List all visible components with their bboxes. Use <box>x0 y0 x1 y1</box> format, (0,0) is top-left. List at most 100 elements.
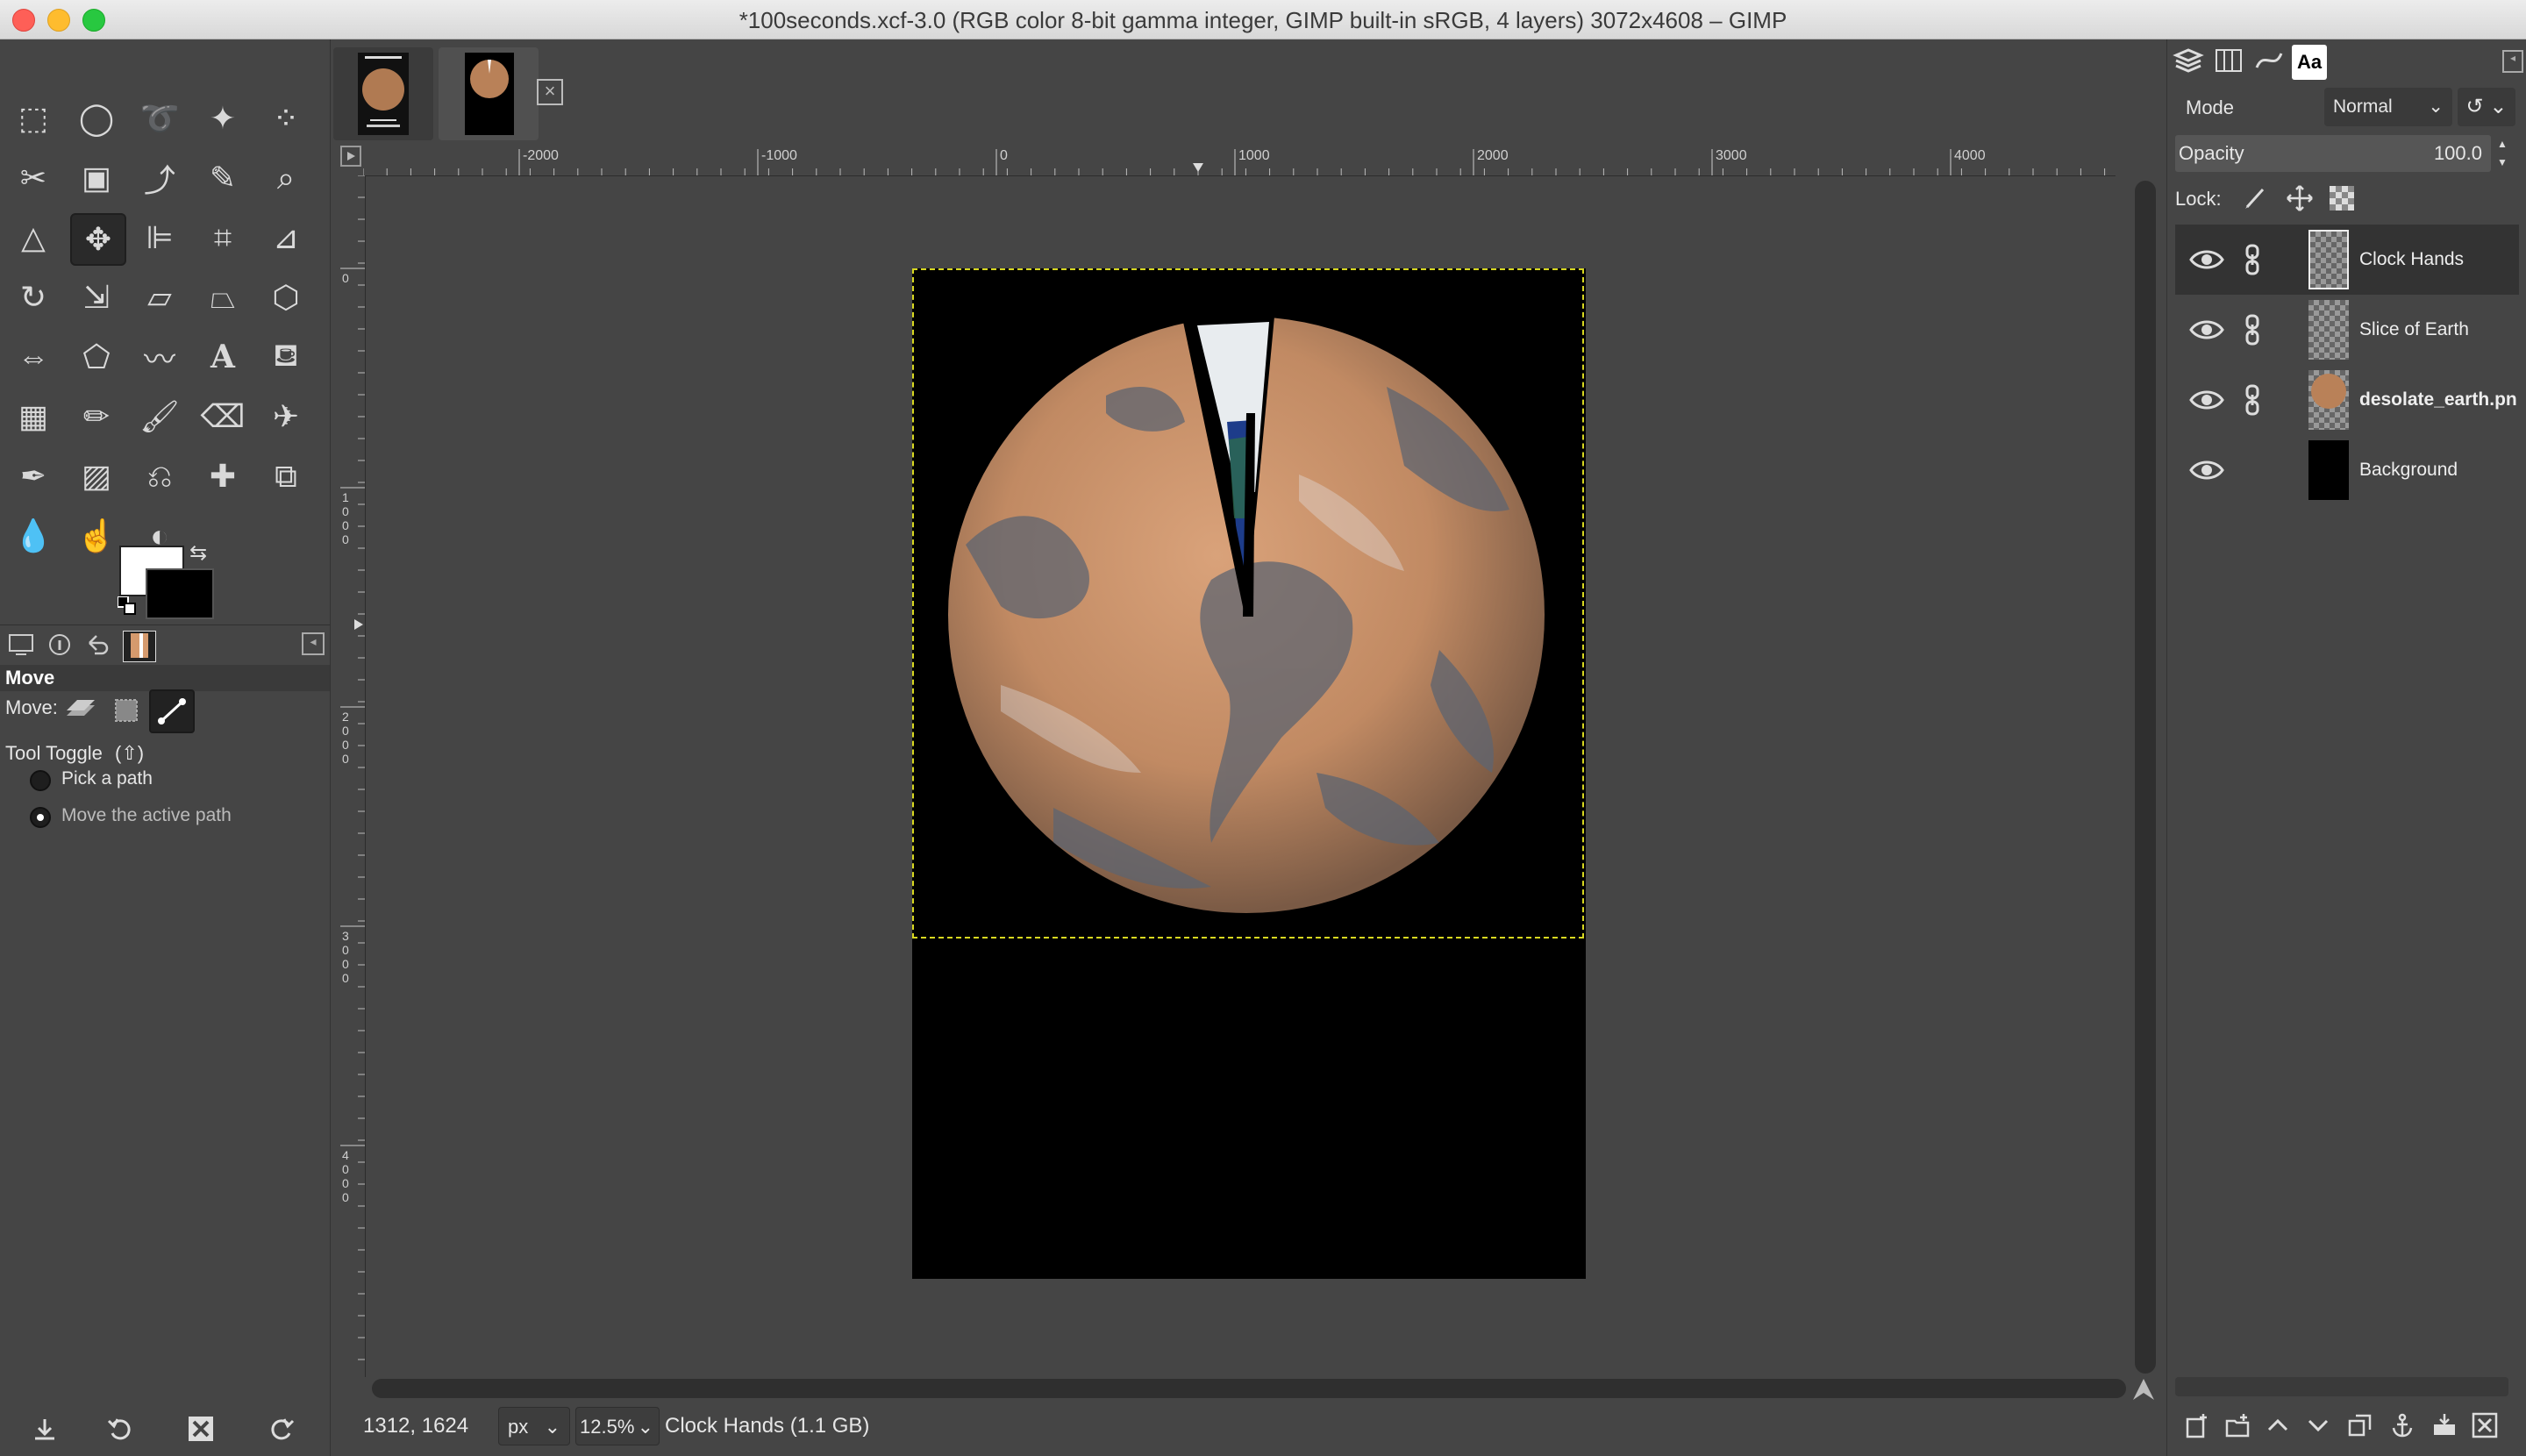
layer-thumbnail[interactable] <box>2308 440 2349 500</box>
channels-tab-icon[interactable] <box>2211 45 2246 80</box>
layers-tab-icon[interactable] <box>2171 45 2206 80</box>
perspective-icon[interactable]: ⏢ <box>196 273 249 322</box>
smudge-icon[interactable]: ☝ <box>70 511 123 560</box>
anchor-layer-icon[interactable] <box>2389 1412 2415 1445</box>
move-active-path-radio[interactable] <box>30 807 51 828</box>
layer-name[interactable]: Clock Hands <box>2359 249 2517 270</box>
layer-row-clock-hands[interactable]: Clock Hands <box>2175 225 2519 295</box>
layer-thumbnail[interactable] <box>2308 300 2349 360</box>
reset-options-icon[interactable] <box>267 1414 296 1452</box>
scale-icon[interactable]: ⇲ <box>70 273 123 322</box>
paths-icon[interactable]: ⤴ <box>133 153 186 203</box>
foreground-select-icon[interactable]: ▣ <box>70 153 123 203</box>
restore-options-icon[interactable] <box>105 1414 135 1452</box>
lock-alpha-icon[interactable] <box>2330 186 2354 215</box>
layer-row-desolate-earth[interactable]: desolate_earth.png <box>2175 365 2519 435</box>
lock-position-icon[interactable] <box>2286 184 2314 217</box>
images-tab[interactable] <box>123 631 156 662</box>
move-path-mode-button[interactable] <box>149 689 195 733</box>
background-color-swatch[interactable] <box>146 568 214 619</box>
vertical-ruler[interactable]: 0 1000 2000 3000 4000 <box>337 175 366 1377</box>
default-colors-icon[interactable] <box>117 596 137 616</box>
color-picker-icon[interactable]: ✎ <box>196 153 249 203</box>
layer-name[interactable]: desolate_earth.png <box>2359 389 2517 410</box>
close-tab-icon[interactable]: × <box>537 79 563 105</box>
ink-icon[interactable]: ✒ <box>7 452 60 501</box>
paintbrush-icon[interactable]: 🖌 <box>133 392 186 441</box>
merge-layer-icon[interactable] <box>2431 1412 2458 1445</box>
layer-thumbnail[interactable] <box>2308 230 2349 289</box>
ruler-corner-icon[interactable] <box>340 146 361 167</box>
eraser-icon[interactable]: ⌫ <box>196 392 249 441</box>
layer-mode-select[interactable]: Normal ⌄ <box>2324 88 2452 126</box>
navigate-icon[interactable] <box>2131 1377 2156 1402</box>
chain-link-icon[interactable] <box>2242 384 2265 416</box>
unit-select[interactable]: px ⌄ <box>498 1407 570 1445</box>
image-tab-100seconds[interactable] <box>439 47 539 140</box>
fuzzy-select-icon[interactable]: ✦ <box>196 94 249 143</box>
layer-row-background[interactable]: Background <box>2175 435 2519 505</box>
airbrush-icon[interactable]: ✈ <box>260 392 312 441</box>
tool-options-tab[interactable] <box>5 631 37 660</box>
canvas-horizontal-scrollbar[interactable] <box>367 1377 2133 1400</box>
layers-horizontal-scrollbar[interactable] <box>2175 1377 2508 1396</box>
align-icon[interactable]: ⊫ <box>133 213 186 262</box>
paths-tab-icon[interactable] <box>2251 45 2287 80</box>
mypaint-brush-icon[interactable]: ▨ <box>70 452 123 501</box>
measure-icon[interactable]: △ <box>7 213 60 262</box>
pencil-icon[interactable]: ✏ <box>70 392 123 441</box>
dock-menu-icon[interactable]: ◂ <box>2502 50 2523 73</box>
visibility-eye-icon[interactable] <box>2189 244 2224 275</box>
image-tab-poster[interactable] <box>333 47 433 140</box>
delete-layer-icon[interactable] <box>2472 1412 2498 1445</box>
duplicate-layer-icon[interactable] <box>2347 1412 2373 1445</box>
3d-transform-icon[interactable]: ⬡ <box>260 273 312 322</box>
device-status-tab[interactable] <box>44 631 75 660</box>
free-select-icon[interactable]: ➰ <box>133 94 186 143</box>
rotate-icon[interactable]: ↻ <box>7 273 60 322</box>
lock-pixels-icon[interactable] <box>2242 184 2270 217</box>
visibility-eye-icon[interactable] <box>2189 314 2224 346</box>
layer-thumbnail[interactable] <box>2308 370 2349 430</box>
move-layer-mode-button[interactable] <box>60 689 102 730</box>
warp-icon[interactable]: 〰 <box>133 332 186 382</box>
clone-icon[interactable]: ⎌ <box>133 452 186 501</box>
visibility-eye-icon[interactable] <box>2189 384 2224 416</box>
heal-icon[interactable]: ✚ <box>196 452 249 501</box>
swap-colors-icon[interactable]: ⇆ <box>189 540 207 566</box>
blur-icon[interactable]: 💧 <box>7 511 60 560</box>
crop-icon[interactable]: ⌗ <box>196 213 249 262</box>
rect-select-icon[interactable]: ⬚ <box>7 94 60 143</box>
gradient-icon[interactable]: ▦ <box>7 392 60 441</box>
new-layer-icon[interactable] <box>2184 1412 2210 1445</box>
ellipse-select-icon[interactable]: ◯ <box>70 94 123 143</box>
move-selection-mode-button[interactable] <box>105 689 147 730</box>
zoom-icon[interactable]: ⌕ <box>260 153 312 203</box>
visibility-eye-icon[interactable] <box>2189 454 2224 486</box>
select-by-color-icon[interactable]: ⁘ <box>260 94 312 143</box>
save-options-icon[interactable] <box>30 1414 60 1452</box>
chain-link-icon[interactable] <box>2242 314 2265 346</box>
flip-icon[interactable]: ⇔ <box>7 332 60 382</box>
fonts-tab-icon[interactable]: Aa <box>2292 45 2327 80</box>
bucket-fill-icon[interactable]: ⛾ <box>260 332 312 382</box>
lower-layer-icon[interactable] <box>2305 1412 2331 1445</box>
raise-layer-icon[interactable] <box>2265 1412 2291 1445</box>
move-icon[interactable]: ✥ <box>70 213 126 266</box>
opacity-slider[interactable]: Opacity 100.0 <box>2175 135 2491 172</box>
layer-name[interactable]: Background <box>2359 460 2517 481</box>
layer-row-slice-of-earth[interactable]: Slice of Earth <box>2175 295 2519 365</box>
delete-options-icon[interactable] <box>186 1414 216 1452</box>
opacity-stepper[interactable]: ▲ ▼ <box>2494 135 2510 172</box>
undo-history-tab[interactable] <box>81 631 112 660</box>
composite-mode-button[interactable]: ↺ ⌄ <box>2458 88 2515 126</box>
horizontal-ruler[interactable]: -2000-1000010002000300040005000 <box>362 144 2224 176</box>
text-icon[interactable]: A <box>196 332 249 382</box>
unified-transform-icon[interactable]: ⊿ <box>260 213 312 262</box>
new-layer-group-icon[interactable] <box>2224 1412 2251 1445</box>
perspective-clone-icon[interactable]: ⧉ <box>260 452 312 501</box>
pick-path-radio[interactable] <box>30 770 51 791</box>
scissors-icon[interactable]: ✂ <box>7 153 60 203</box>
zoom-select[interactable]: 12.5% ⌄ <box>575 1407 660 1445</box>
canvas-vertical-scrollbar[interactable] <box>2133 175 2158 1377</box>
